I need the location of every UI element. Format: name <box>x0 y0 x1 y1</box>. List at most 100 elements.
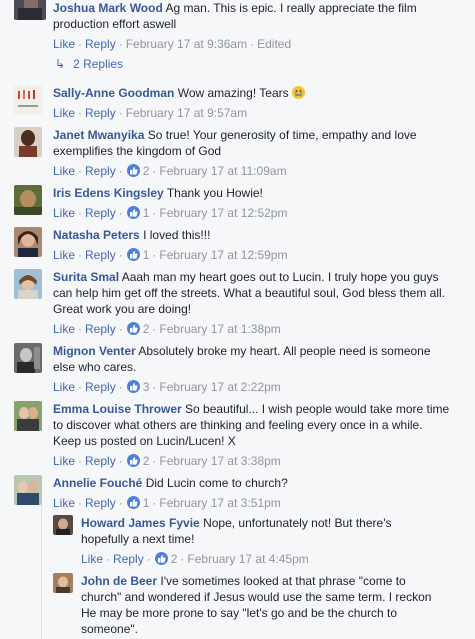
comment-natasha: Natasha Peters I loved this!!! Like · Repl… <box>14 227 469 267</box>
comment-annelie: Annelie Fouché Did Lucin come to church?… <box>14 475 469 515</box>
comment-text: Joshua Mark Wood Ag man. This is epic. I… <box>53 0 453 32</box>
thumbs-up-icon <box>154 552 168 565</box>
comment-text: Annelie Fouché Did Lucin come to church? <box>53 475 453 491</box>
reply-link[interactable]: Reply <box>85 164 116 178</box>
reply-link[interactable]: Reply <box>113 552 144 566</box>
comment-text: Mignon Venter Absolutely broke my heart.… <box>53 343 453 375</box>
like-link[interactable]: Like <box>53 380 75 394</box>
comment-text: Sally-Anne Goodman Wow amazing! Tears <box>53 85 453 101</box>
reply-thread-line <box>41 503 42 639</box>
reply-link[interactable]: Reply <box>85 322 116 336</box>
commenter-name[interactable]: Natasha Peters <box>53 228 140 242</box>
timestamp[interactable]: February 17 at 4:45pm <box>187 552 308 566</box>
commenter-name[interactable]: Sally-Anne Goodman <box>53 86 174 100</box>
thumbs-up-icon <box>126 322 140 335</box>
timestamp[interactable]: February 17 at 3:38pm <box>159 454 280 468</box>
avatar[interactable] <box>14 401 42 431</box>
edited-label[interactable]: Edited <box>257 37 291 51</box>
comment-text: Emma Louise Thrower So beautiful... I wi… <box>53 401 453 449</box>
comment-body: Thank you Howie! <box>166 186 263 200</box>
avatar[interactable] <box>14 0 46 20</box>
crying-face-emoji-icon <box>291 86 305 99</box>
like-link[interactable]: Like <box>53 496 75 510</box>
reply-link[interactable]: Reply <box>85 380 116 394</box>
timestamp[interactable]: February 17 at 1:38pm <box>159 322 280 336</box>
comment-text: Howard James Fyvie Nope, unfortunately n… <box>81 515 441 547</box>
commenter-name[interactable]: Iris Edens Kingsley <box>53 186 164 200</box>
comment-actions: Like · Reply · 1 · February 17 at 12:52pm <box>53 206 288 220</box>
timestamp[interactable]: February 17 at 12:52pm <box>159 206 287 220</box>
like-link[interactable]: Like <box>53 106 75 120</box>
comment-text: Iris Edens Kingsley Thank you Howie! <box>53 185 453 201</box>
commenter-name[interactable]: Emma Louise Thrower <box>53 402 182 416</box>
comment-actions: Like · Reply · 2 · February 17 at 11:09am <box>53 164 287 178</box>
comment-body: I loved this!!! <box>143 228 211 242</box>
view-replies-link[interactable]: ↳ 2 Replies <box>55 57 123 71</box>
timestamp[interactable]: February 17 at 12:59pm <box>159 248 287 262</box>
comment-actions: Like · Reply · 3 · February 17 at 2:22pm <box>53 380 281 394</box>
comment-iris: Iris Edens Kingsley Thank you Howie! Lik… <box>14 185 469 225</box>
comment-actions: Like · Reply · 2 · February 17 at 4:45pm <box>81 552 309 566</box>
commenter-name[interactable]: Surita Smal <box>53 270 119 284</box>
comment-emma: Emma Louise Thrower So beautiful... I wi… <box>14 401 469 473</box>
comment-actions: Like · Reply · 2 · February 17 at 3:38pm <box>53 454 281 468</box>
avatar[interactable] <box>14 227 42 257</box>
avatar[interactable] <box>14 85 42 115</box>
comment-thread: Joshua Mark Wood Ag man. This is epic. I… <box>0 0 475 639</box>
reply-john: John de Beer I've sometimes looked at th… <box>53 573 469 639</box>
commenter-name[interactable]: John de Beer <box>81 574 157 588</box>
comment-text: John de Beer I've sometimes looked at th… <box>81 573 441 637</box>
commenter-name[interactable]: Janet Mwanyika <box>53 128 144 142</box>
avatar[interactable] <box>14 269 42 299</box>
like-link[interactable]: Like <box>81 552 103 566</box>
reply-link[interactable]: Reply <box>85 206 116 220</box>
reply-link[interactable]: Reply <box>85 37 116 51</box>
avatar[interactable] <box>53 515 73 535</box>
like-link[interactable]: Like <box>53 322 75 336</box>
commenter-name[interactable]: Mignon Venter <box>53 344 136 358</box>
thumbs-up-icon <box>126 248 140 261</box>
comment-actions: Like · Reply · February 17 at 9:36am · Edited <box>53 37 292 51</box>
commenter-name[interactable]: Howard James Fyvie <box>81 516 200 530</box>
comment-actions: Like · Reply · February 17 at 9:57am <box>53 106 248 120</box>
like-link[interactable]: Like <box>53 164 75 178</box>
thumbs-up-icon <box>126 164 140 177</box>
avatar[interactable] <box>14 475 42 505</box>
avatar[interactable] <box>14 343 42 373</box>
comment-mignon: Mignon Venter Absolutely broke my heart.… <box>14 343 469 399</box>
timestamp[interactable]: February 17 at 3:51pm <box>159 496 280 510</box>
commenter-name[interactable]: Annelie Fouché <box>53 476 142 490</box>
thumbs-up-icon <box>126 454 140 467</box>
comment-text: Natasha Peters I loved this!!! <box>53 227 453 243</box>
reply-link[interactable]: Reply <box>85 454 116 468</box>
comment-actions: Like · Reply · 2 · February 17 at 1:38pm <box>53 322 281 336</box>
like-link[interactable]: Like <box>53 206 75 220</box>
thumbs-up-icon <box>126 206 140 219</box>
reply-link[interactable]: Reply <box>85 248 116 262</box>
reply-arrow-icon: ↳ <box>55 57 66 71</box>
timestamp[interactable]: February 17 at 9:36am <box>126 37 247 51</box>
comment-actions: Like · Reply · 1 · February 17 at 12:59pm <box>53 248 288 262</box>
comment-text: Janet Mwanyika So true! Your generosity … <box>53 127 453 159</box>
avatar[interactable] <box>14 185 42 215</box>
avatar[interactable] <box>14 127 42 157</box>
thumbs-up-icon <box>126 380 140 393</box>
reply-link[interactable]: Reply <box>85 106 116 120</box>
comment-actions: Like · Reply · 1 · February 17 at 3:51pm <box>53 496 281 510</box>
commenter-name[interactable]: Joshua Mark Wood <box>53 1 163 15</box>
comment-janet: Janet Mwanyika So true! Your generosity … <box>14 127 469 183</box>
comment-body: Wow amazing! Tears <box>177 86 289 100</box>
comment-sally-anne: Sally-Anne Goodman Wow amazing! Tears Li… <box>14 85 469 125</box>
timestamp[interactable]: February 17 at 9:57am <box>126 106 247 120</box>
avatar[interactable] <box>53 573 73 593</box>
comment-body: Did Lucin come to church? <box>145 476 288 490</box>
reply-link[interactable]: Reply <box>85 496 116 510</box>
like-link[interactable]: Like <box>53 454 75 468</box>
reply-howard: Howard James Fyvie Nope, unfortunately n… <box>53 515 469 571</box>
like-link[interactable]: Like <box>53 248 75 262</box>
timestamp[interactable]: February 17 at 2:22pm <box>159 380 280 394</box>
comment-text: Surita Smal Aaah man my heart goes out t… <box>53 269 453 317</box>
timestamp[interactable]: February 17 at 11:09am <box>159 164 286 178</box>
comment-surita: Surita Smal Aaah man my heart goes out t… <box>14 269 469 341</box>
like-link[interactable]: Like <box>53 37 75 51</box>
